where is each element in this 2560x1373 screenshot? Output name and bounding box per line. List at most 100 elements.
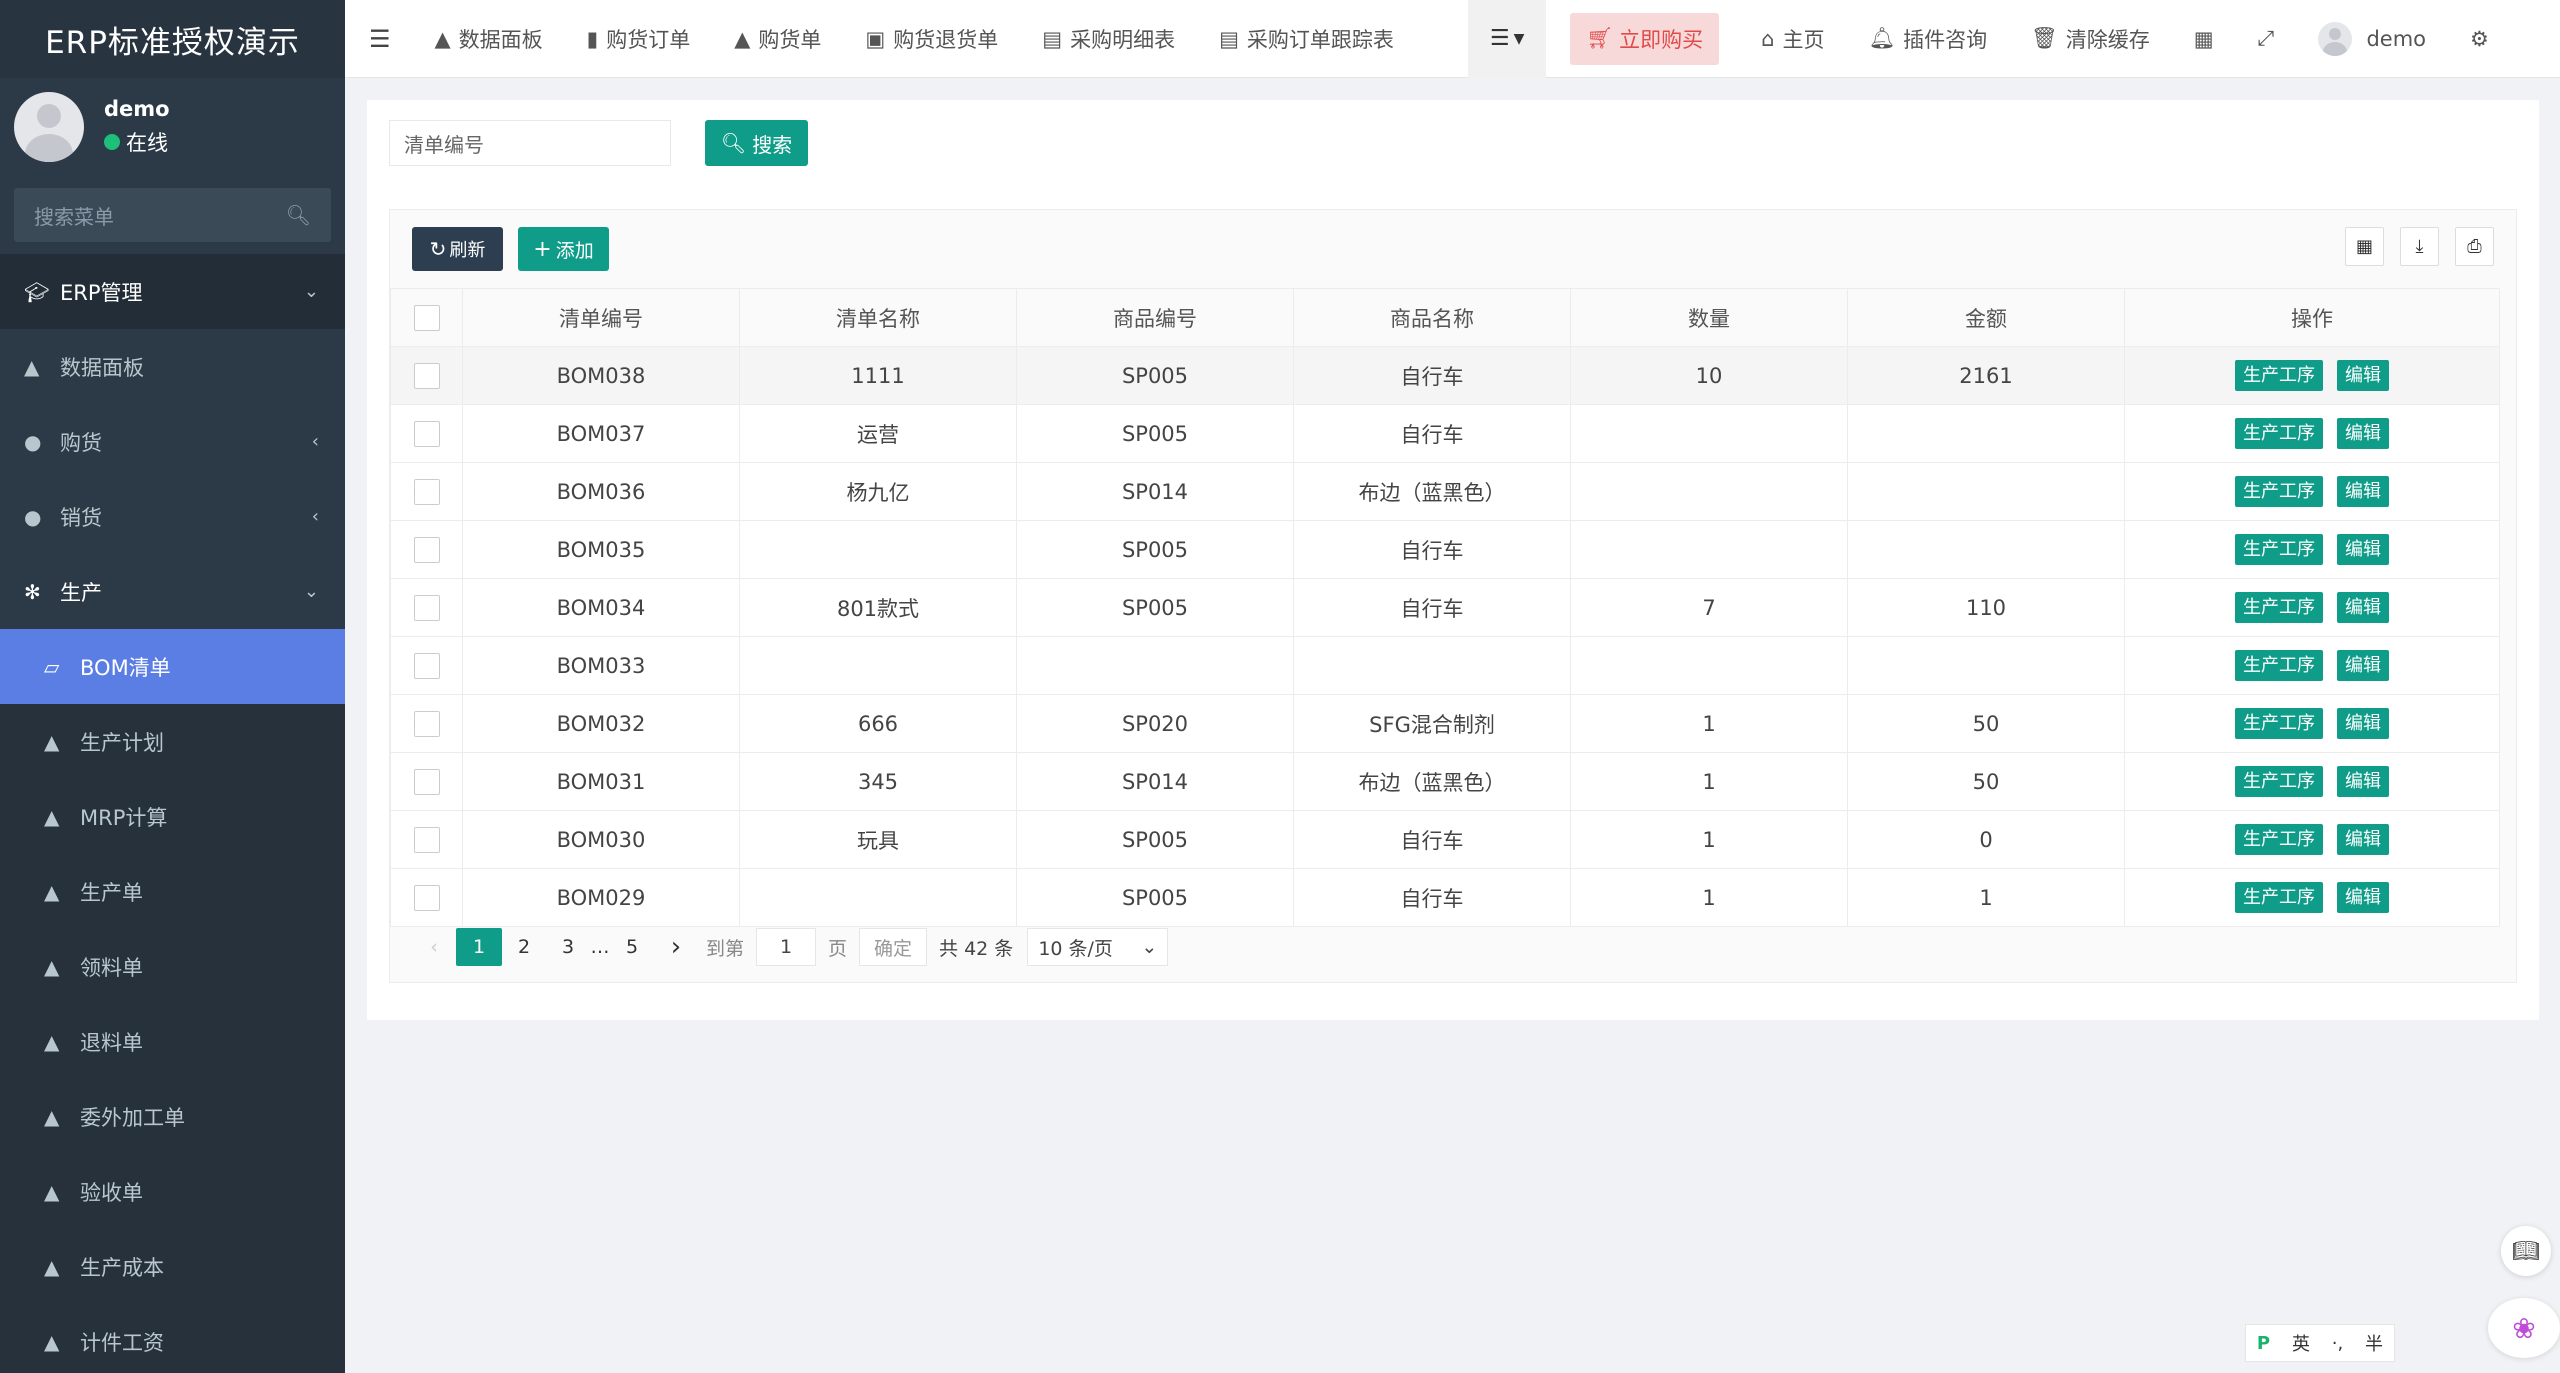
tab-dashboard[interactable]: ▲ 数据面板 [413,0,565,78]
table-row[interactable]: BOM036 杨九亿 SP014 布边（蓝黑色） 生产工序 编辑 [390,462,2500,521]
col-bom-name[interactable]: 清单名称 [739,288,1017,347]
sidebar-item-production-order[interactable]: ▲ 生产单 [0,854,345,929]
table-row[interactable]: BOM032 666 SP020 SFG混合制剂 1 50 生产工序 编辑 [390,694,2500,753]
edit-button[interactable]: 编辑 [2337,708,2389,739]
tab-purchase-return[interactable]: ▣ 购货退货单 [843,0,1020,78]
row-checkbox[interactable] [413,362,440,389]
sidebar-item-production-cost[interactable]: ▲ 生产成本 [0,1229,345,1304]
process-button[interactable]: 生产工序 [2235,882,2323,913]
edit-button[interactable]: 编辑 [2337,882,2389,913]
ime-toolbar[interactable]: P 英 ·, 半 [2245,1324,2395,1362]
bom-number-search-input[interactable]: 清单编号 [389,120,671,166]
row-checkbox[interactable] [413,594,440,621]
settings-gear-icon[interactable]: ⚙ [2448,0,2511,78]
row-checkbox[interactable] [413,536,440,563]
tab-purchase-bill[interactable]: ▲ 购货单 [712,0,843,78]
table-row[interactable]: BOM033 生产工序 编辑 [390,636,2500,695]
sidebar-item-outsourcing[interactable]: ▲ 委外加工单 [0,1079,345,1154]
edit-button[interactable]: 编辑 [2337,418,2389,449]
sidebar-item-acceptance[interactable]: ▲ 验收单 [0,1154,345,1229]
page-5-button[interactable]: 5 [610,928,654,966]
table-row[interactable]: BOM038 1111 SP005 自行车 10 2161 生产工序 编辑 [390,346,2500,405]
sidebar-item-mrp[interactable]: ▲ MRP计算 [0,779,345,854]
sidebar-item-purchase[interactable]: ● 购货 ‹ [0,404,345,479]
table-row[interactable]: BOM034 801款式 SP005 自行车 7 110 生产工序 编辑 [390,578,2500,637]
add-button[interactable]: + 添加 [518,227,609,271]
brand-title[interactable]: ERP标准授权演示 [0,0,345,78]
sidebar-item-material-requisition[interactable]: ▲ 领料单 [0,929,345,1004]
sidebar-item-bom[interactable]: ▱ BOM清单 [0,629,345,704]
clear-cache-link[interactable]: 🗑︎ 清除缓存 [2009,0,2172,78]
row-checkbox[interactable] [413,478,440,505]
sidebar-item-production-plan[interactable]: ▲ 生产计划 [0,704,345,779]
sidebar-item-dashboard[interactable]: ▲ 数据面板 [0,329,345,404]
process-button[interactable]: 生产工序 [2235,534,2323,565]
edit-button[interactable]: 编辑 [2337,534,2389,565]
language-icon[interactable]: ▦ [2172,0,2236,78]
print-icon[interactable]: ⎙ [2455,227,2494,266]
sidebar-item-material-return[interactable]: ▲ 退料单 [0,1004,345,1079]
row-checkbox[interactable] [413,420,440,447]
prev-page-icon[interactable]: ‹ [412,928,456,966]
process-button[interactable]: 生产工序 [2235,766,2323,797]
sidebar-item-erp-management[interactable]: 🎓︎ ERP管理 ⌄ [0,254,345,329]
process-button[interactable]: 生产工序 [2235,360,2323,391]
col-quantity[interactable]: 数量 [1570,288,1848,347]
row-checkbox[interactable] [413,884,440,911]
col-product-name[interactable]: 商品名称 [1293,288,1571,347]
more-tabs-dropdown[interactable]: ☰ ▼ [1467,0,1547,78]
export-icon[interactable]: ⤓ [2400,227,2439,266]
page-size-select[interactable]: 10 条/页 ⌄ [1027,928,1169,966]
tab-purchase-order[interactable]: ▮ 购货订单 [565,0,713,78]
edit-button[interactable]: 编辑 [2337,360,2389,391]
table-row[interactable]: BOM037 运营 SP005 自行车 生产工序 编辑 [390,404,2500,463]
sidebar-item-sales[interactable]: ● 销货 ‹ [0,479,345,554]
process-button[interactable]: 生产工序 [2235,476,2323,507]
process-button[interactable]: 生产工序 [2235,650,2323,681]
tab-purchase-tracking[interactable]: ▤ 采购订单跟踪表 [1197,0,1416,78]
select-all-checkbox[interactable] [413,304,440,331]
next-page-icon[interactable]: › [654,928,698,966]
table-row[interactable]: BOM030 玩具 SP005 自行车 1 0 生产工序 编辑 [390,810,2500,869]
page-1-button[interactable]: 1 [456,928,502,966]
goto-page-input[interactable]: 1 [756,928,817,966]
col-amount[interactable]: 金额 [1847,288,2125,347]
menu-toggle-icon[interactable]: ☰ [345,0,413,78]
tab-purchase-detail[interactable]: ▤ 采购明细表 [1020,0,1197,78]
edit-button[interactable]: 编辑 [2337,476,2389,507]
process-button[interactable]: 生产工序 [2235,824,2323,855]
edit-button[interactable]: 编辑 [2337,592,2389,623]
brain-icon[interactable]: ❀ [2488,1298,2560,1358]
user-menu[interactable]: demo [2296,0,2448,78]
page-2-button[interactable]: 2 [502,928,546,966]
sidebar-item-piece-wage[interactable]: ▲ 计件工资 [0,1304,345,1373]
process-button[interactable]: 生产工序 [2235,708,2323,739]
sidebar-search-input[interactable]: 搜索菜单 🔍︎ [14,188,331,242]
row-checkbox[interactable] [413,710,440,737]
columns-icon[interactable]: ▦ [2345,227,2384,266]
row-checkbox[interactable] [413,826,440,853]
sidebar-item-production[interactable]: ✻ 生产 ⌄ [0,554,345,629]
goto-confirm-button[interactable]: 确定 [859,928,928,966]
col-bom-number[interactable]: 清单编号 [462,288,740,347]
table-row[interactable]: BOM035 SP005 自行车 生产工序 编辑 [390,520,2500,579]
buy-now-button[interactable]: 🛒︎ 立即购买 [1570,12,1720,65]
fullscreen-icon[interactable]: ⤢ [2236,0,2297,78]
home-link[interactable]: ⌂ 主页 [1739,0,1846,78]
process-button[interactable]: 生产工序 [2235,592,2323,623]
process-button[interactable]: 生产工序 [2235,418,2323,449]
row-checkbox[interactable] [413,768,440,795]
edit-button[interactable]: 编辑 [2337,766,2389,797]
refresh-button[interactable]: ↻ 刷新 [412,227,503,271]
page-3-button[interactable]: 3 [546,928,590,966]
search-icon[interactable]: 🔍︎ [286,203,311,227]
edit-button[interactable]: 编辑 [2337,824,2389,855]
book-icon[interactable]: 📖︎ [2501,1226,2551,1276]
row-checkbox[interactable] [413,652,440,679]
avatar[interactable] [14,92,84,162]
table-row[interactable]: BOM031 345 SP014 布边（蓝黑色） 1 50 生产工序 编辑 [390,752,2500,811]
col-product-number[interactable]: 商品编号 [1016,288,1294,347]
plugin-consult-link[interactable]: 🔔︎ 插件咨询 [1846,0,2009,78]
edit-button[interactable]: 编辑 [2337,650,2389,681]
search-button[interactable]: 🔍︎ 搜索 [705,120,808,166]
